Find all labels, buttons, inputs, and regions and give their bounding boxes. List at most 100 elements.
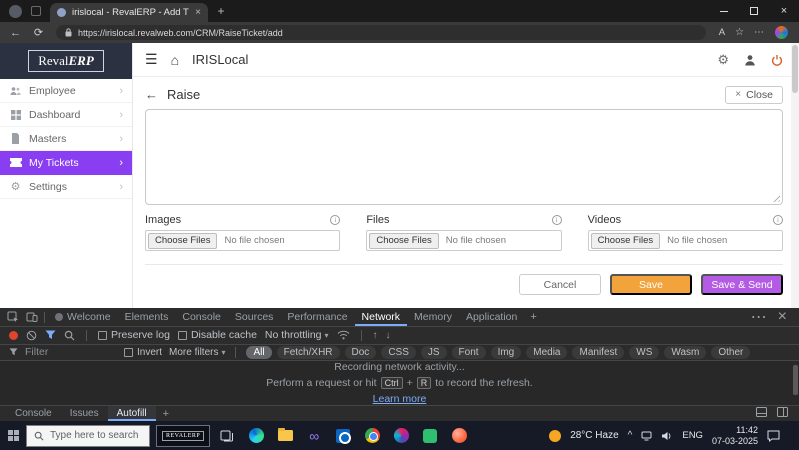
edge-icon[interactable]: [248, 428, 264, 444]
disable-cache-checkbox[interactable]: Disable cache: [178, 329, 257, 341]
info-icon[interactable]: i: [773, 215, 783, 225]
filter-chip-fetch-xhr[interactable]: Fetch/XHR: [277, 346, 340, 359]
throttling-dropdown[interactable]: No throttling ▾: [265, 329, 329, 341]
import-har-icon[interactable]: ↑: [373, 330, 378, 341]
weather-text[interactable]: 28°C Haze: [570, 430, 618, 441]
app-icon-6[interactable]: [393, 428, 409, 444]
volume-icon[interactable]: [661, 431, 673, 441]
sidebar-item-my-tickets[interactable]: My Tickets ›: [0, 151, 132, 175]
devtools-tab-console[interactable]: Console: [175, 308, 228, 326]
network-conditions-icon[interactable]: [337, 330, 350, 340]
sidebar-item-dashboard[interactable]: Dashboard ›: [0, 103, 132, 127]
tray-display-icon[interactable]: [641, 431, 652, 441]
choose-files-button[interactable]: Choose Files: [369, 233, 438, 249]
sidebar-item-employee[interactable]: Employee ›: [0, 79, 132, 103]
dock-side-icon[interactable]: [777, 407, 788, 420]
preserve-log-checkbox[interactable]: Preserve log: [98, 329, 170, 341]
file-input-videos[interactable]: Choose Files No file chosen: [588, 230, 783, 251]
chrome-icon[interactable]: [364, 428, 380, 444]
info-icon[interactable]: i: [552, 215, 562, 225]
logout-power-icon[interactable]: [771, 54, 783, 66]
cancel-button[interactable]: Cancel: [519, 274, 601, 295]
filter-input[interactable]: [25, 346, 117, 358]
visual-studio-icon[interactable]: ∞: [306, 428, 322, 444]
filter-chip-all[interactable]: All: [246, 346, 271, 359]
choose-files-button[interactable]: Choose Files: [148, 233, 217, 249]
devtools-tab-sources[interactable]: Sources: [228, 308, 281, 326]
save-button[interactable]: Save: [610, 274, 692, 295]
close-button[interactable]: × Close: [725, 86, 783, 104]
sidebar-item-masters[interactable]: Masters ›: [0, 127, 132, 151]
devtools-scrollbar[interactable]: [793, 365, 798, 395]
language-indicator[interactable]: ENG: [682, 430, 703, 441]
filter-chip-doc[interactable]: Doc: [345, 346, 377, 359]
devtools-close-icon[interactable]: ×: [778, 308, 787, 326]
page-scrollbar[interactable]: [791, 43, 799, 308]
learn-more-link[interactable]: Learn more: [373, 393, 427, 405]
filter-chip-ws[interactable]: WS: [629, 346, 659, 359]
devtools-add-tab-icon[interactable]: +: [524, 308, 542, 326]
file-input-files[interactable]: Choose Files No file chosen: [366, 230, 561, 251]
window-close-button[interactable]: ×: [769, 0, 799, 22]
invert-checkbox[interactable]: Invert: [124, 347, 162, 358]
filter-chip-other[interactable]: Other: [711, 346, 750, 359]
browser-avatar[interactable]: [775, 26, 788, 39]
weather-icon[interactable]: [549, 430, 561, 442]
devtools-tab-elements[interactable]: Elements: [118, 308, 176, 326]
devtools-menu-icon[interactable]: ⋯: [751, 307, 767, 327]
clear-icon[interactable]: [26, 330, 37, 341]
filter-chip-manifest[interactable]: Manifest: [572, 346, 624, 359]
drawer-tab-issues[interactable]: Issues: [61, 406, 108, 421]
filter-chip-js[interactable]: JS: [421, 346, 447, 359]
taskbar-search-input[interactable]: Type here to search: [26, 425, 150, 447]
tab-actions-icon[interactable]: [31, 6, 41, 16]
inspect-element-icon[interactable]: [3, 308, 22, 326]
drawer-tab-console[interactable]: Console: [6, 406, 61, 421]
devtools-tab-memory[interactable]: Memory: [407, 308, 459, 326]
file-input-images[interactable]: Choose Files No file chosen: [145, 230, 340, 251]
header-settings-icon[interactable]: ⚙: [717, 52, 729, 68]
app-icon-7[interactable]: [422, 428, 438, 444]
devtools-tab-application[interactable]: Application: [459, 308, 524, 326]
window-minimize-button[interactable]: [709, 0, 739, 22]
back-arrow-icon[interactable]: ←: [145, 87, 158, 102]
drawer-tab-autofill[interactable]: Autofill: [108, 406, 156, 421]
search-icon[interactable]: [64, 330, 75, 341]
refresh-icon[interactable]: ⟳: [29, 26, 48, 39]
devtools-tab-performance[interactable]: Performance: [280, 308, 354, 326]
export-har-icon[interactable]: ↓: [386, 330, 391, 341]
filter-chip-img[interactable]: Img: [491, 346, 522, 359]
devtools-tab-welcome[interactable]: Welcome: [48, 308, 118, 326]
filter-funnel-icon[interactable]: [45, 330, 56, 340]
taskbar-revalerp-window[interactable]: REVALERP: [156, 425, 210, 447]
filter-chip-css[interactable]: CSS: [381, 346, 416, 359]
choose-files-button[interactable]: Choose Files: [591, 233, 660, 249]
hamburger-menu-icon[interactable]: ☰: [145, 51, 158, 68]
read-aloud-icon[interactable]: A: [719, 27, 725, 38]
task-view-icon[interactable]: [214, 430, 240, 442]
notifications-icon[interactable]: [767, 430, 780, 442]
drawer-add-tab-icon[interactable]: +: [156, 406, 176, 421]
resize-handle[interactable]: [771, 193, 780, 202]
filter-chip-media[interactable]: Media: [526, 346, 567, 359]
browser-tab[interactable]: irislocal - RevalERP - Add Ticket ×: [50, 3, 208, 22]
taskbar-clock[interactable]: 11:42 07-03-2025: [712, 425, 758, 446]
new-tab-button[interactable]: +: [208, 0, 234, 22]
browser-menu-icon[interactable]: ⋯: [754, 27, 765, 38]
home-icon[interactable]: ⌂: [171, 52, 179, 68]
info-icon[interactable]: i: [330, 215, 340, 225]
windows-start-icon[interactable]: [0, 430, 26, 441]
device-toolbar-icon[interactable]: [22, 308, 41, 326]
app-icon-8[interactable]: [451, 428, 467, 444]
file-explorer-icon[interactable]: [277, 428, 293, 444]
dock-bottom-icon[interactable]: [756, 407, 767, 420]
devtools-tab-network[interactable]: Network: [355, 308, 408, 326]
browser-profile-icon[interactable]: [9, 5, 22, 18]
record-icon[interactable]: [9, 331, 18, 340]
ticket-description-input[interactable]: [145, 109, 783, 205]
window-maximize-button[interactable]: [739, 0, 769, 22]
hidden-icons-caret[interactable]: ^: [628, 430, 633, 441]
outlook-icon[interactable]: [335, 428, 351, 444]
filter-chip-wasm[interactable]: Wasm: [664, 346, 706, 359]
user-profile-icon[interactable]: [744, 54, 756, 66]
